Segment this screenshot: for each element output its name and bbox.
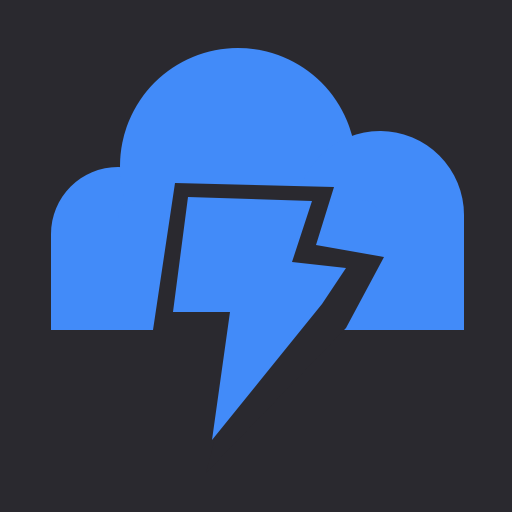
cloud-lightning-icon (0, 0, 512, 512)
app-icon-canvas (0, 0, 512, 512)
